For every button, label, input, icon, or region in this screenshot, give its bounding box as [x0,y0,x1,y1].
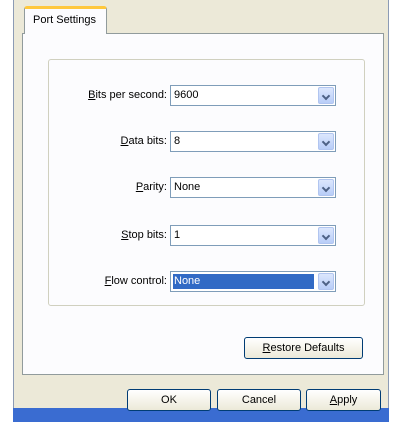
data-bits-select[interactable]: 8 [170,131,336,152]
restore-defaults-button[interactable]: Restore Defaults [244,337,363,359]
stop-bits-value: 1 [174,229,181,241]
ok-button[interactable]: OK [127,389,211,411]
apply-button[interactable]: Apply [306,389,381,411]
flow-control-label: Flow control: [104,275,167,287]
data-bits-label: Data bits: [120,135,167,147]
bits-per-second-label: Bits per second: [88,89,167,101]
chevron-down-icon[interactable] [318,227,334,244]
tab-label: Port Settings [33,14,96,26]
flow-control-select[interactable]: None [170,271,336,292]
chevron-down-icon[interactable] [318,133,334,150]
data-bits-value: 8 [174,135,181,147]
chevron-down-icon[interactable] [318,179,334,196]
bits-per-second-select[interactable]: 9600 [170,85,336,106]
flow-control-value: None [173,274,314,289]
tab-port-settings[interactable]: Port Settings [24,6,107,34]
stop-bits-label: Stop bits: [121,229,167,241]
parity-select[interactable]: None [170,177,336,198]
bits-per-second-value: 9600 [174,89,199,101]
parity-label: Parity: [135,181,167,193]
chevron-down-icon[interactable] [318,87,334,104]
stop-bits-select[interactable]: 1 [170,225,336,246]
chevron-down-icon[interactable] [318,273,334,290]
cancel-button[interactable]: Cancel [217,389,301,411]
parity-value: None [174,181,201,193]
